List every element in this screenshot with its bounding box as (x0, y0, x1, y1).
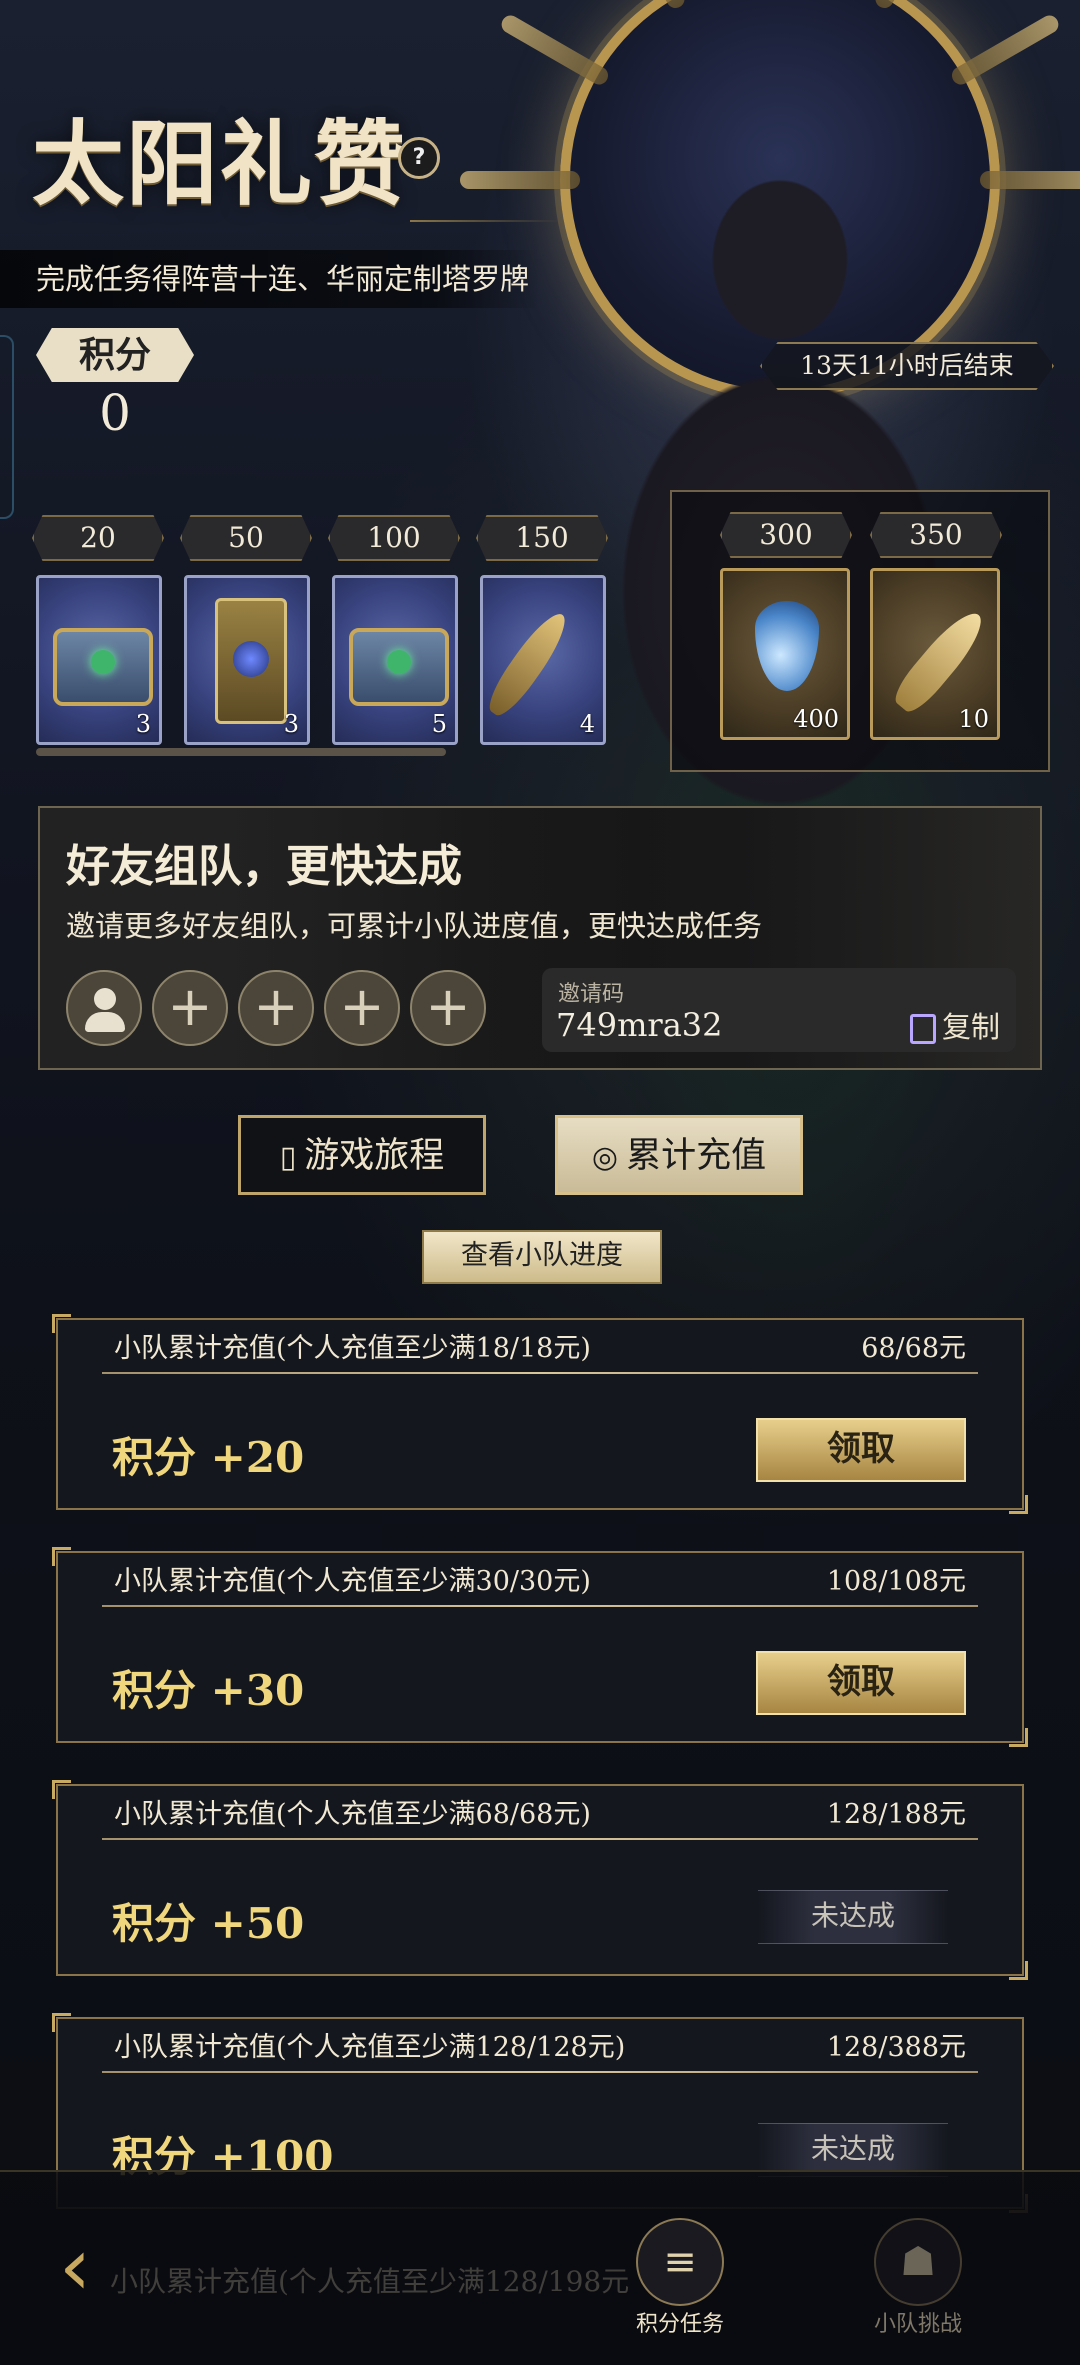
not-achieved-badge: 未达成 (758, 2123, 948, 2177)
user-icon (94, 988, 116, 1010)
invite-code-box: 邀请码 749mra32 复制 (542, 968, 1016, 1052)
copy-button[interactable]: 复制 (909, 1004, 1000, 1046)
task-points: 积分 +20 (112, 1433, 305, 1482)
dark-feather-icon (481, 606, 575, 722)
reward-threshold: 50 (180, 515, 312, 561)
reward-threshold: 150 (476, 515, 608, 561)
points-value: 0 (99, 384, 131, 442)
team-icon: ☗ (874, 2218, 962, 2306)
help-icon[interactable]: ? (398, 137, 440, 179)
task-title: 小队累计充值(个人充值至少满18/18元) (114, 1333, 591, 1364)
view-team-progress-button[interactable]: 查看小队进度 (422, 1230, 662, 1284)
task-card: 小队累计充值(个人充值至少满68/68元) 128/188元 积分 +50 未达… (52, 1780, 1028, 1980)
reward-count: 5 (431, 710, 447, 738)
task-progress: 68/68元 (861, 1333, 966, 1364)
nav-label: 积分任务 (635, 2312, 724, 2337)
tab-label: 累计充值 (626, 1136, 767, 1176)
points-label: 积分 (36, 328, 194, 382)
bottom-nav: ‹ 小队累计充值(个人充值至少满128/198元 ≡ 积分任务 ☗ 小队挑战 (0, 2170, 1080, 2365)
nav-label: 小队挑战 (873, 2312, 962, 2337)
back-arrow-icon[interactable]: ‹ (30, 2222, 120, 2312)
task-points: 积分 +50 (112, 1899, 305, 1948)
task-points: 积分 +30 (112, 1666, 305, 1715)
reward-threshold: 300 (720, 512, 852, 558)
coin-icon: ◎ (591, 1140, 619, 1175)
task-divider (102, 1838, 978, 1840)
blue-crystal-icon (755, 601, 819, 691)
reward-item[interactable]: 5 (332, 575, 458, 745)
task-title: 小队累计充值(个人充值至少满68/68元) (114, 1799, 591, 1830)
copy-label: 复制 (941, 1010, 1000, 1044)
side-tab-handle[interactable] (0, 335, 14, 519)
reward-threshold: 350 (870, 512, 1002, 558)
reward-threshold: 20 (32, 515, 164, 561)
map-icon: ▯ (279, 1140, 297, 1175)
grand-reward-item[interactable]: 10 (870, 568, 1000, 740)
reward-count: 3 (283, 710, 299, 738)
task-divider (102, 2071, 978, 2073)
reward-item[interactable]: 4 (480, 575, 606, 745)
grand-reward-item[interactable]: 400 (720, 568, 850, 740)
claim-button[interactable]: 领取 (756, 1651, 966, 1715)
task-divider (102, 1372, 978, 1374)
team-panel: 好友组队，更快达成 邀请更多好友组队，可累计小队进度值，更快达成任务 + + +… (38, 806, 1042, 1070)
tab-game-journey[interactable]: ▯ 游戏旅程 (238, 1115, 486, 1195)
golden-feather-icon (888, 604, 992, 718)
add-member-button[interactable]: + (410, 970, 486, 1046)
reward-count: 3 (135, 710, 151, 738)
reward-threshold: 100 (328, 515, 460, 561)
nav-team-challenge[interactable]: ☗ 小队挑战 (858, 2218, 978, 2338)
add-member-button[interactable]: + (238, 970, 314, 1046)
add-member-button[interactable]: + (152, 970, 228, 1046)
task-divider (102, 1605, 978, 1607)
team-description: 邀请更多好友组队，可累计小队进度值，更快达成任务 (66, 909, 763, 943)
not-achieved-badge: 未达成 (758, 1890, 948, 1944)
reward-count: 4 (579, 710, 595, 738)
reward-item[interactable]: 3 (36, 575, 162, 745)
treasure-chest-icon (53, 628, 153, 706)
task-title: 小队累计充值(个人充值至少满128/128元) (114, 2032, 626, 2063)
tab-label: 游戏旅程 (304, 1136, 445, 1176)
event-timer: 13天11小时后结束 (760, 342, 1054, 390)
coin-stack-icon: ≡ (636, 2218, 724, 2306)
task-title: 小队累计充值(个人充值至少满30/30元) (114, 1566, 591, 1597)
copy-icon (909, 1014, 936, 1044)
task-card: 小队累计充值(个人充值至少满18/18元) 68/68元 积分 +20 领取 (52, 1314, 1028, 1514)
claim-button[interactable]: 领取 (756, 1418, 966, 1482)
task-progress: 128/388元 (826, 2032, 966, 2063)
event-subtitle: 完成任务得阵营十连、华丽定制塔罗牌 (0, 250, 540, 308)
reward-track: 20 3 50 3 100 5 150 4 (30, 515, 650, 760)
reward-scrollbar[interactable] (36, 748, 446, 756)
tarot-card-icon (215, 598, 287, 724)
task-card: 小队累计充值(个人充值至少满30/30元) 108/108元 积分 +30 领取 (52, 1547, 1028, 1747)
reward-item[interactable]: 3 (184, 575, 310, 745)
reward-count: 400 (793, 705, 839, 733)
task-progress: 128/188元 (826, 1799, 966, 1830)
nav-points-task[interactable]: ≡ 积分任务 (620, 2218, 740, 2338)
team-title: 好友组队，更快达成 (66, 841, 462, 892)
title-divider (410, 220, 560, 222)
invite-code-value: 749mra32 (556, 1006, 723, 1044)
invite-code-label: 邀请码 (558, 982, 625, 1007)
page-title: 太阳礼赞 (32, 110, 409, 218)
task-progress: 108/108元 (826, 1566, 966, 1597)
tab-cumulative-recharge[interactable]: ◎ 累计充值 (555, 1115, 803, 1195)
member-avatar[interactable] (66, 970, 142, 1046)
scrolled-task-title: 小队累计充值(个人充值至少满128/198元 (110, 2265, 630, 2298)
treasure-chest-icon (349, 628, 449, 706)
reward-count: 10 (958, 705, 989, 733)
add-member-button[interactable]: + (324, 970, 400, 1046)
grand-reward-panel: 300 400 350 10 (670, 490, 1050, 772)
